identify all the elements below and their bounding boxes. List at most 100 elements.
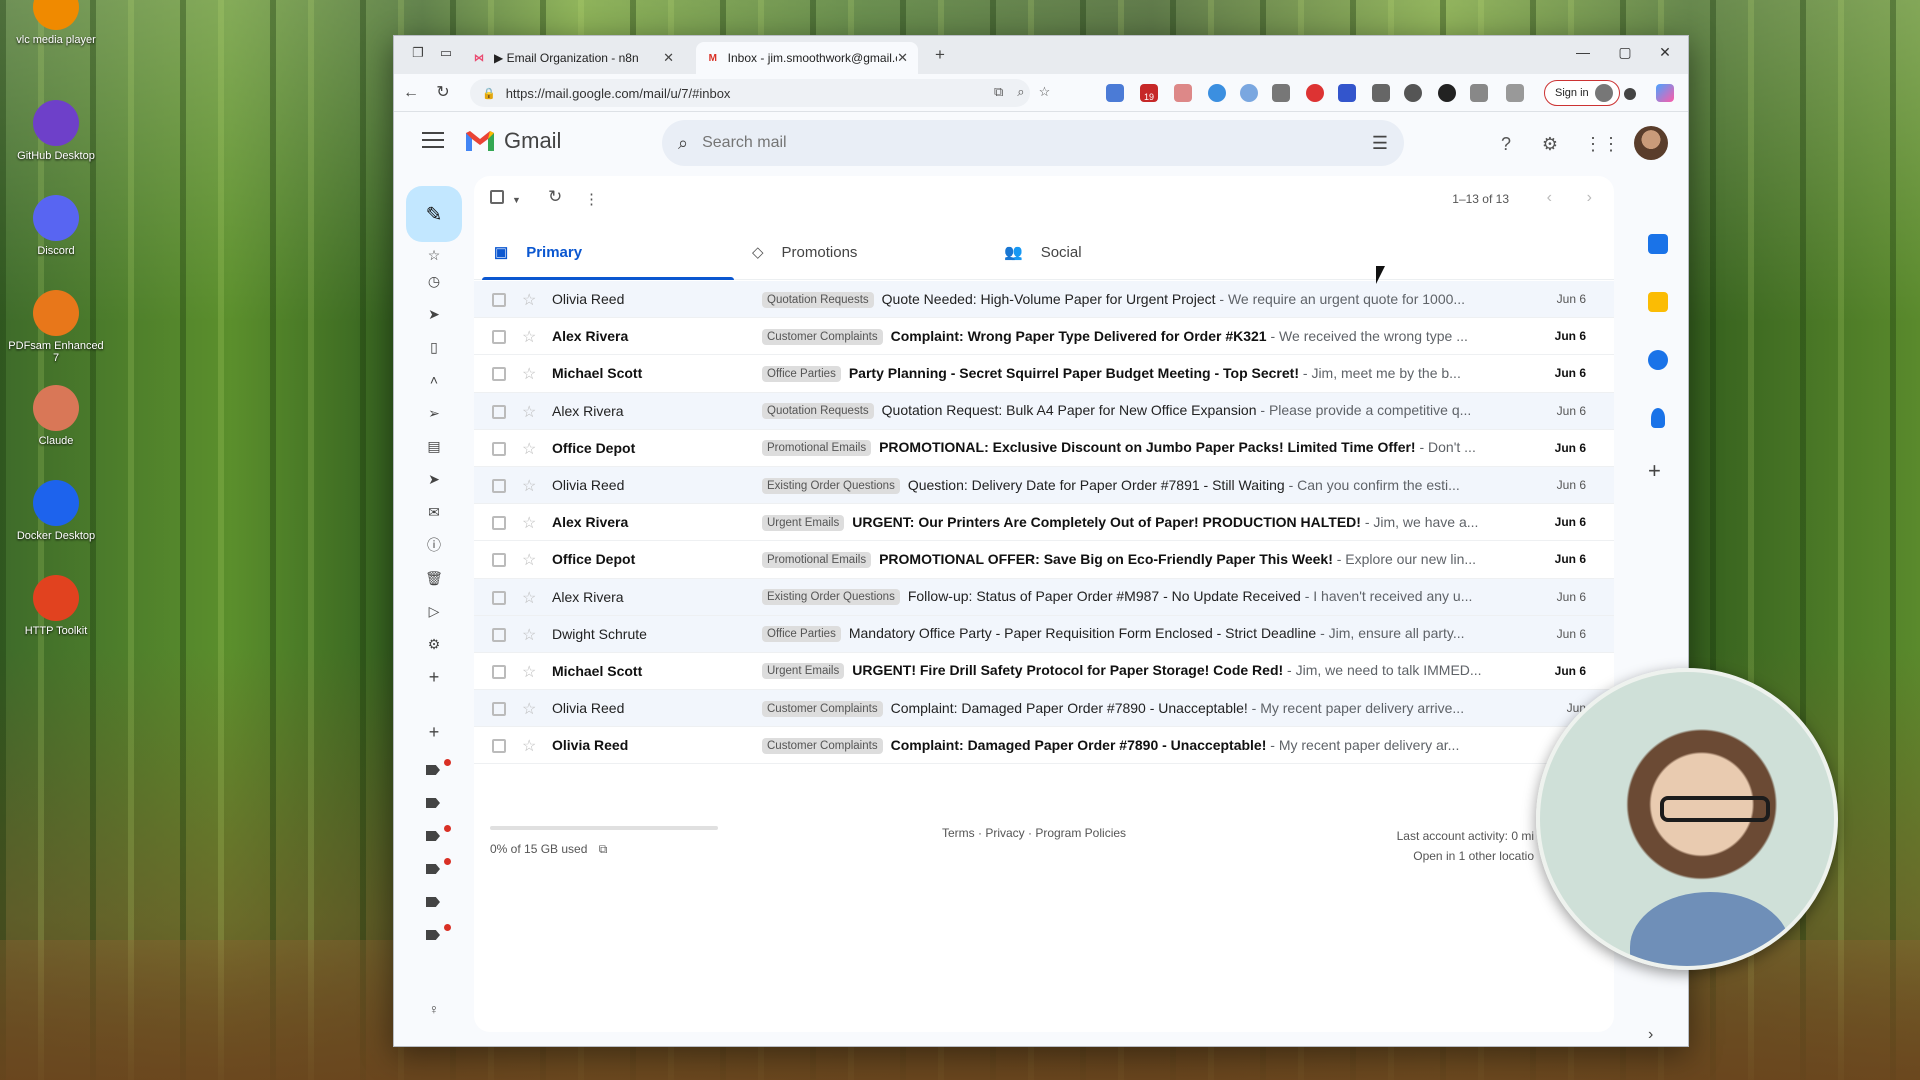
label-icon[interactable] xyxy=(426,864,440,874)
tab-promotions[interactable]: ◇ Promotions xyxy=(752,224,992,280)
email-row[interactable]: ☆ Alex Rivera Existing Order Questions Foll… xyxy=(474,578,1614,616)
gmail-logo[interactable]: Gmail xyxy=(464,128,561,154)
tab-social[interactable]: 👥 Social xyxy=(1004,224,1244,280)
extension-icon[interactable] xyxy=(1438,84,1456,102)
star-icon[interactable]: ☆ xyxy=(522,476,536,496)
row-checkbox[interactable] xyxy=(492,739,506,754)
star-icon[interactable]: ☆ xyxy=(522,588,536,608)
tab-gmail-inbox[interactable]: M Inbox - jim.smoothwork@gmail.c ✕ xyxy=(696,42,918,74)
star-icon[interactable]: ☆ xyxy=(522,439,536,459)
label-icon[interactable] xyxy=(426,798,440,808)
manage-labels-icon[interactable]: ⚙ xyxy=(422,633,446,655)
email-row[interactable]: ☆ Olivia Reed Customer Complaints Complaint… xyxy=(474,727,1614,765)
email-label-chip[interactable]: Quotation Requests xyxy=(762,291,874,308)
snoozed-icon[interactable]: ◷ xyxy=(422,270,446,292)
minimize-icon[interactable]: — xyxy=(1568,44,1598,66)
email-row[interactable]: ☆ Michael Scott Urgent Emails URGENT! Fire … xyxy=(474,652,1614,691)
extensions-puzzle-icon[interactable] xyxy=(1470,84,1488,102)
row-checkbox[interactable] xyxy=(492,664,506,679)
starred-icon[interactable]: ☆ xyxy=(422,244,446,266)
new-tab-icon[interactable]: + xyxy=(930,45,950,65)
desktop-shortcut[interactable]: GitHub Desktop xyxy=(6,100,106,162)
star-icon[interactable]: ☆ xyxy=(522,290,536,310)
row-checkbox[interactable] xyxy=(492,367,506,382)
email-row[interactable]: ☆ Olivia Reed Quotation Requests Quote Need… xyxy=(474,281,1614,319)
footer-links[interactable]: Terms · Privacy · Program Policies xyxy=(942,826,1126,840)
calendar-icon[interactable] xyxy=(1648,234,1668,254)
drafts-icon[interactable]: ▯ xyxy=(422,336,446,358)
favorites-icon[interactable] xyxy=(1506,84,1524,102)
email-label-chip[interactable]: Promotional Emails xyxy=(762,440,872,457)
search-options-icon[interactable]: ☰ xyxy=(1372,133,1388,154)
star-icon[interactable]: ☆ xyxy=(522,662,536,682)
star-icon[interactable]: ☆ xyxy=(522,402,536,422)
star-icon[interactable]: ☆ xyxy=(522,699,536,719)
row-checkbox[interactable] xyxy=(492,478,506,493)
apps-grid-icon[interactable]: ⋮⋮ xyxy=(1584,132,1620,156)
main-menu-icon[interactable] xyxy=(422,132,444,148)
desktop-shortcut[interactable]: Docker Desktop xyxy=(6,480,106,542)
email-row[interactable]: ☆ Michael Scott Office Parties Party Planni… xyxy=(474,355,1614,393)
select-dropdown-icon[interactable]: ▼ xyxy=(512,195,521,205)
maximize-icon[interactable]: ▢ xyxy=(1610,44,1640,66)
extension-icon[interactable] xyxy=(1272,84,1290,102)
email-label-chip[interactable]: Customer Complaints xyxy=(762,737,883,754)
desktop-shortcut[interactable]: HTTP Toolkit xyxy=(6,575,106,637)
star-icon[interactable]: ☆ xyxy=(522,625,536,645)
open-external-icon[interactable]: ⧉ xyxy=(599,842,608,856)
close-icon[interactable]: ✕ xyxy=(897,50,908,66)
spam-icon[interactable]: ⓘ xyxy=(422,534,446,556)
extension-icon[interactable] xyxy=(1208,84,1226,102)
chats-icon[interactable]: ▤ xyxy=(422,435,446,457)
search-input[interactable] xyxy=(702,134,1372,152)
row-checkbox[interactable] xyxy=(492,293,506,307)
scheduled-icon[interactable]: ➤ xyxy=(422,468,446,490)
email-label-chip[interactable]: Quotation Requests xyxy=(762,403,874,420)
email-label-chip[interactable]: Promotional Emails xyxy=(762,551,872,568)
important-icon[interactable]: ➢ xyxy=(422,402,446,424)
zoom-icon[interactable]: ⌕ xyxy=(1017,84,1024,100)
extension-icon[interactable] xyxy=(1106,84,1124,102)
email-label-chip[interactable]: Customer Complaints xyxy=(762,328,883,345)
email-row[interactable]: ☆ Alex Rivera Urgent Emails URGENT: Our Pri… xyxy=(474,504,1614,542)
email-label-chip[interactable]: Urgent Emails xyxy=(762,514,845,531)
workspaces-icon[interactable]: ❐ xyxy=(408,45,428,65)
tab-n8n[interactable]: ⋈ ▶ Email Organization - n8n ✕ xyxy=(462,42,684,74)
trash-icon[interactable]: 🗑 xyxy=(422,567,446,589)
add-label-icon[interactable]: + xyxy=(422,721,446,743)
keep-icon[interactable] xyxy=(1648,292,1668,312)
row-checkbox[interactable] xyxy=(492,553,506,568)
row-checkbox[interactable] xyxy=(492,702,506,717)
email-label-chip[interactable]: Existing Order Questions xyxy=(762,589,900,606)
email-label-chip[interactable]: Existing Order Questions xyxy=(762,477,900,494)
row-checkbox[interactable] xyxy=(492,590,506,605)
more-menu-icon[interactable] xyxy=(1624,88,1636,100)
email-row[interactable]: ☆ Alex Rivera Quotation Requests Quotation … xyxy=(474,392,1614,430)
less-chevron-icon[interactable]: ˄ xyxy=(422,369,446,391)
tab-actions-icon[interactable]: ▭ xyxy=(436,45,456,65)
row-checkbox[interactable] xyxy=(492,330,506,345)
help-icon[interactable]: ? xyxy=(1494,132,1518,156)
label-icon[interactable] xyxy=(426,765,440,775)
tasks-icon[interactable] xyxy=(1648,350,1668,370)
more-vert-icon[interactable]: ⋮ xyxy=(584,190,599,208)
email-label-chip[interactable]: Customer Complaints xyxy=(762,700,883,717)
email-label-chip[interactable]: Office Parties xyxy=(762,365,841,382)
extension-icon[interactable] xyxy=(1174,84,1192,102)
row-checkbox[interactable] xyxy=(492,404,506,419)
reload-icon[interactable]: ↻ xyxy=(432,82,454,104)
sign-in-button[interactable]: Sign in xyxy=(1544,80,1620,106)
desktop-shortcut[interactable]: Claude xyxy=(6,385,106,447)
extension-icon[interactable] xyxy=(1338,84,1356,102)
row-checkbox[interactable] xyxy=(492,441,506,456)
star-icon[interactable]: ☆ xyxy=(522,550,536,570)
email-row[interactable]: ☆ Alex Rivera Customer Complaints Complaint… xyxy=(474,318,1614,356)
desktop-shortcut[interactable]: PDFsam Enhanced 7 xyxy=(6,290,106,364)
row-checkbox[interactable] xyxy=(492,516,506,531)
star-icon[interactable]: ☆ xyxy=(522,736,536,756)
settings-gear-icon[interactable]: ⚙ xyxy=(1538,132,1562,156)
email-label-chip[interactable]: Office Parties xyxy=(762,626,841,643)
compose-button[interactable]: ✎ xyxy=(406,186,462,242)
extension-icon[interactable] xyxy=(1306,84,1324,102)
label-icon[interactable] xyxy=(426,930,440,940)
